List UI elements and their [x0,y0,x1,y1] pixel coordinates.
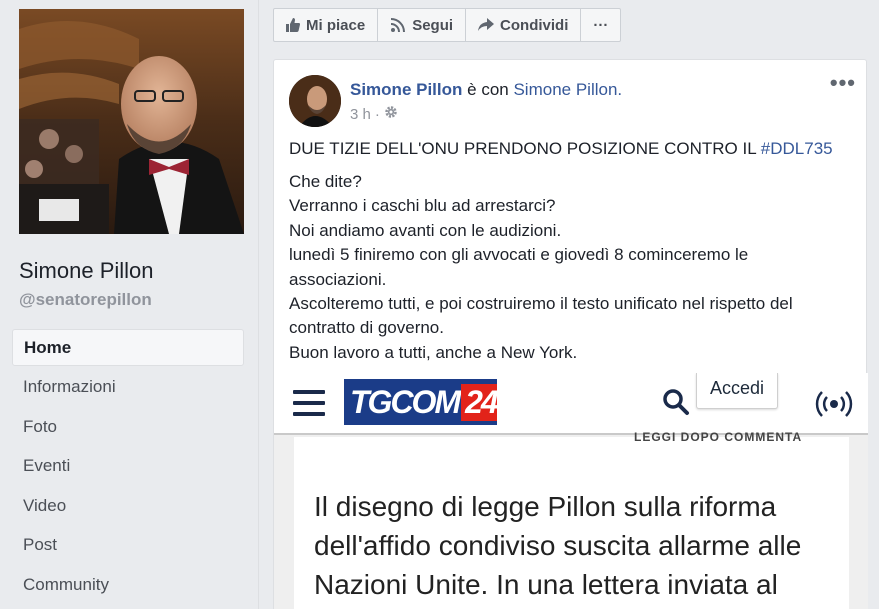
meta-separator: · [374,105,380,123]
sidebar-item-home[interactable]: Home [12,329,244,366]
post-title: DUE TIZIE DELL'ONU PRENDONO POSIZIONE CO… [289,139,833,159]
post-options-icon[interactable]: ••• [830,72,856,94]
share-button[interactable]: Condividi [466,9,582,41]
sidebar-item-video[interactable]: Video [12,487,244,527]
post-line: Ascolteremo tutti, e poi costruiremo il … [289,294,793,314]
post-image[interactable]: TGCOM 24 Accedi LEGGI DOPO COMMENTA Il di… [274,373,868,609]
rss-icon [390,17,406,33]
share-arrow-icon [478,18,495,32]
follow-button[interactable]: Segui [378,9,467,41]
sidebar-item-foto[interactable]: Foto [12,408,244,448]
post-line: Verranno i caschi blu ad arrestarci? [289,196,556,216]
more-options-button[interactable]: ··· [581,9,620,41]
post-line: Noi andiamo avanti con le audizioni. [289,220,562,240]
article-excerpt: LEGGI DOPO COMMENTA Il disegno di legge … [294,430,849,609]
broadcast-icon [814,387,854,426]
more-dots-icon: ··· [593,16,609,34]
sidebar-item-eventi[interactable]: Eventi [12,447,244,487]
post-line: Buon lavoro a tutti, anche a New York. [289,342,578,362]
thumbs-up-icon [286,18,300,32]
profile-cover-photo[interactable] [19,9,244,234]
avatar[interactable] [289,75,341,127]
article-text: Il disegno di legge Pillon sulla riforma… [314,491,802,600]
post-line: Che dite? [289,172,362,191]
post-with-text: è con [467,80,509,99]
post-author-link[interactable]: Simone Pillon [350,80,462,99]
hamburger-menu-icon [293,390,325,418]
article-cut-text: LEGGI DOPO COMMENTA [634,430,803,444]
page-title[interactable]: Simone Pillon [19,258,154,284]
search-icon [662,388,690,421]
post-line: associazioni. [289,269,387,289]
hashtag-link[interactable]: #DDL735 [761,139,833,158]
gear-icon[interactable] [384,105,398,123]
left-column: Simone Pillon @senatorepillon Home Infor… [0,0,258,609]
like-button[interactable]: Mi piace [274,9,379,41]
post-line: contratto di governo. [289,318,444,338]
sidebar-item-community[interactable]: Community [12,566,244,606]
follow-button-label: Segui [412,16,454,34]
post-header: Simone Pillon è con Simone Pillon. [350,80,622,100]
post-tagged-link[interactable]: Simone Pillon. [513,80,622,99]
page-action-bar: Mi piace Segui Condividi ··· [273,8,622,42]
sidebar-item-informazioni[interactable]: Informazioni [12,368,244,408]
post-title-text: DUE TIZIE DELL'ONU PRENDONO POSIZIONE CO… [289,139,757,158]
like-button-label: Mi piace [306,16,366,34]
sidebar-item-post[interactable]: Post [12,526,244,566]
tgcom-logo: TGCOM 24 [344,379,497,425]
share-button-label: Condividi [500,16,569,34]
post-body: Che dite? Verranno i caschi blu ad arres… [289,170,849,365]
post-meta: 3 h · [350,105,398,123]
tgcom-header: TGCOM 24 Accedi [274,373,868,435]
sidebar-nav: Home Informazioni Foto Eventi Video Post… [12,329,244,605]
post-line: lunedì 5 finiremo con gli avvocati e gio… [289,245,749,265]
login-button: Accedi [696,373,778,409]
post-timestamp[interactable]: 3 h [350,106,371,123]
page-handle[interactable]: @senatorepillon [19,290,152,310]
post-card: Simone Pillon è con Simone Pillon. 3 h ·… [273,59,868,609]
